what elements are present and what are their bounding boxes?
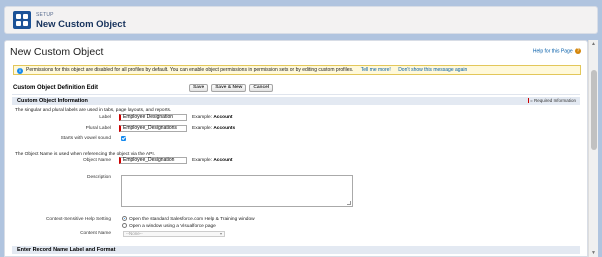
select-value: --None--	[126, 231, 143, 236]
vowel-field-label: Starts with vowel sound	[60, 136, 111, 141]
vowel-checkbox[interactable]	[121, 136, 126, 141]
info-message: Permissions for this object are disabled…	[26, 67, 354, 73]
pageblock-title: Custom Object Definition Edit	[13, 85, 98, 91]
content-name-select[interactable]: --None-- ▾	[123, 231, 225, 237]
info-icon: i	[17, 67, 23, 74]
section-header-object-info: Custom Object Information = Required Inf…	[12, 97, 580, 105]
cancel-button[interactable]: Cancel	[249, 84, 274, 92]
example-value: Accounts	[213, 126, 236, 131]
tell-me-more-link[interactable]: Tell me more!	[361, 67, 391, 73]
radio-standard-help[interactable]	[122, 216, 127, 221]
page-title: New Custom Object	[10, 46, 104, 58]
section-title: Custom Object Information	[17, 98, 88, 104]
help-option-visualforce[interactable]: Open a window using a Visualforce page	[122, 223, 216, 229]
label-input[interactable]: Employee Designation	[119, 114, 187, 121]
button-row: Save Save & New Cancel	[189, 84, 274, 92]
object-name-input[interactable]: Employee_Designation	[119, 157, 187, 164]
label-example: Example: Account	[192, 115, 233, 120]
help-link-label[interactable]: Help for this Page	[533, 48, 573, 54]
section-header-record-name: Enter Record Name Label and Format	[12, 246, 580, 254]
labels-note: The singular and plural labels are used …	[15, 108, 172, 113]
example-prefix: Example:	[192, 158, 212, 163]
description-textarea[interactable]	[121, 175, 353, 207]
example-prefix: Example:	[192, 126, 212, 131]
save-button[interactable]: Save	[189, 84, 209, 92]
description-field-label: Description	[87, 175, 111, 180]
help-option-standard[interactable]: Open the standard Salesforce.com Help & …	[122, 216, 255, 222]
plural-label-input[interactable]: Employee_Designations	[119, 125, 187, 132]
content-name-field-label: Content Name	[80, 231, 111, 236]
main-panel: New Custom Object Help for this Page ? i…	[4, 40, 588, 257]
required-marker-icon	[527, 98, 530, 104]
breadcrumb: SETUP	[36, 12, 54, 18]
scroll-up-icon[interactable]: ▲	[591, 41, 596, 47]
info-message-bar: i Permissions for this object are disabl…	[13, 65, 581, 75]
pageblock-header: Custom Object Definition Edit Save Save …	[12, 83, 580, 95]
save-new-button[interactable]: Save & New	[211, 84, 247, 92]
help-icon[interactable]: ?	[575, 48, 581, 54]
setup-header: SETUP New Custom Object	[4, 6, 598, 34]
example-value: Account	[213, 158, 233, 163]
help-setting-field-label: Context-Sensitive Help Setting	[45, 217, 111, 222]
example-value: Account	[213, 115, 233, 120]
help-link[interactable]: Help for this Page ?	[533, 48, 581, 54]
object-name-field-label: Object Name	[83, 158, 111, 163]
radio-label: Open a window using a Visualforce page	[129, 223, 216, 229]
plural-label-example: Example: Accounts	[192, 126, 235, 131]
scrollbar-thumb[interactable]	[591, 70, 597, 150]
dont-show-link[interactable]: Don't show this message again	[398, 67, 467, 73]
scroll-down-icon[interactable]: ▼	[591, 250, 596, 256]
header-title: New Custom Object	[36, 19, 126, 30]
label-field-label: Label	[99, 115, 111, 120]
required-legend: = Required Information	[527, 97, 576, 105]
radio-label: Open the standard Salesforce.com Help & …	[129, 216, 255, 222]
object-name-example: Example: Account	[192, 158, 233, 163]
setup-object-icon	[13, 11, 31, 29]
radio-visualforce-help[interactable]	[122, 223, 127, 228]
required-legend-text: = Required Information	[530, 98, 576, 103]
example-prefix: Example:	[192, 115, 212, 120]
vertical-scrollbar[interactable]: ▲ ▼	[588, 40, 598, 257]
plural-label-field-label: Plural Label	[85, 126, 111, 131]
chevron-down-icon: ▾	[219, 231, 222, 236]
